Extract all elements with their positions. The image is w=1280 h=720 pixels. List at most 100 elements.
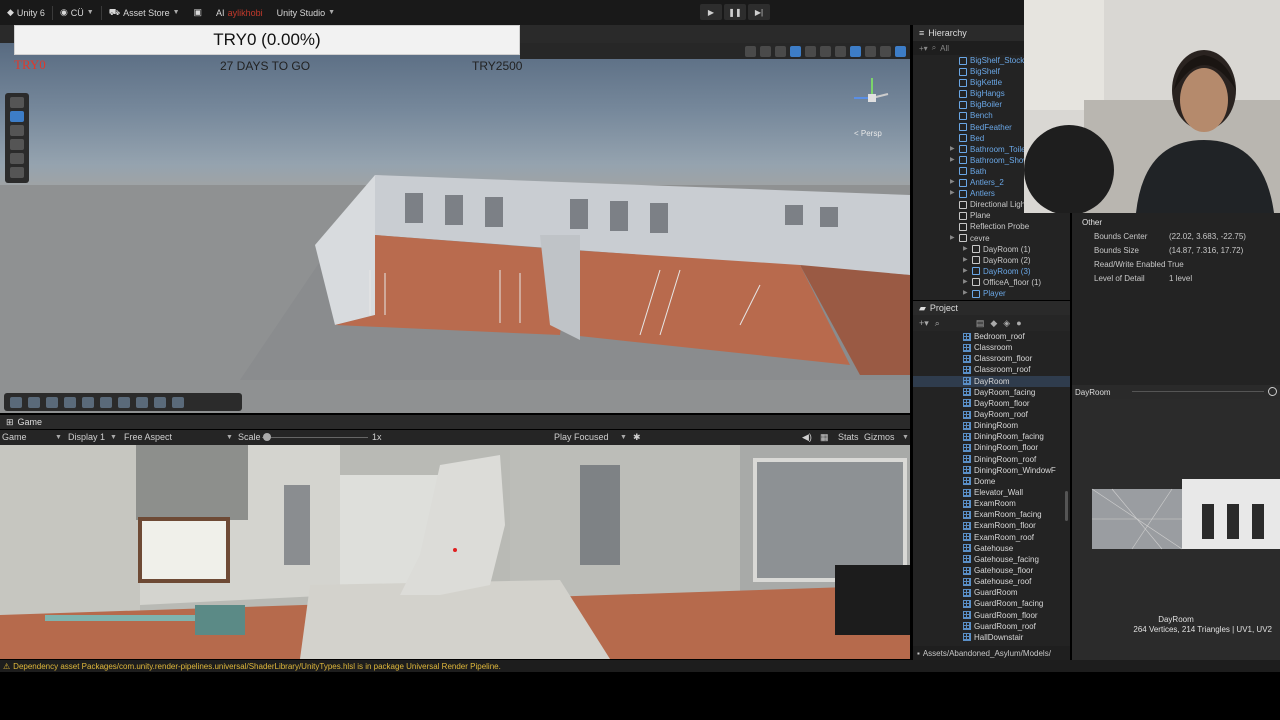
project-file-item[interactable]: HallDownstair: [913, 632, 1070, 643]
shading-icon[interactable]: [760, 45, 771, 57]
tool-icon[interactable]: [64, 396, 76, 408]
gizmo-toggle-icon[interactable]: [850, 45, 861, 57]
tool-icon[interactable]: [172, 396, 184, 408]
fx-toggle-icon[interactable]: [805, 45, 816, 57]
game-view-render[interactable]: [0, 445, 910, 659]
add-icon[interactable]: +▾: [919, 318, 929, 329]
audio-toggle-icon[interactable]: [820, 45, 831, 57]
hand-tool-icon[interactable]: [10, 97, 24, 108]
project-file-item[interactable]: DiningRoom_facing: [913, 431, 1070, 442]
transform-tool-icon[interactable]: [10, 167, 24, 178]
project-file-item[interactable]: DiningRoom: [913, 420, 1070, 431]
project-file-item[interactable]: Gatehouse: [913, 543, 1070, 554]
2d-toggle-icon[interactable]: [775, 45, 786, 57]
play-button[interactable]: ▶: [700, 4, 722, 20]
stats-button[interactable]: Stats: [838, 432, 859, 442]
expand-arrow-icon[interactable]: ▶: [963, 244, 969, 255]
console-status-bar[interactable]: ⚠ Dependency asset Packages/com.unity.re…: [0, 660, 1280, 672]
lighting-toggle-icon[interactable]: [790, 45, 801, 57]
audio-mute-icon[interactable]: ◀): [802, 432, 812, 443]
project-file-item[interactable]: Classroom_floor: [913, 353, 1070, 364]
tool-icon[interactable]: [10, 396, 22, 408]
project-file-item[interactable]: Gatehouse_floor: [913, 565, 1070, 576]
grid-toggle-icon[interactable]: [745, 45, 756, 57]
expand-arrow-icon[interactable]: ▶: [963, 277, 969, 288]
rect-tool-icon[interactable]: [10, 153, 24, 164]
project-file-item[interactable]: GuardRoom_facing: [913, 598, 1070, 609]
rotate-tool-icon[interactable]: [10, 125, 24, 136]
hierarchy-item[interactable]: ▶ DayRoom (2): [913, 255, 1070, 266]
project-file-item[interactable]: Classroom_roof: [913, 364, 1070, 375]
project-file-item[interactable]: ExamRoom_floor: [913, 520, 1070, 531]
project-file-item[interactable]: ExamRoom_roof: [913, 532, 1070, 543]
project-file-item[interactable]: Gatehouse_roof: [913, 576, 1070, 587]
project-file-item[interactable]: Classroom: [913, 342, 1070, 353]
expand-arrow-icon[interactable]: ▶: [950, 233, 956, 244]
project-file-item[interactable]: GuardRoom: [913, 587, 1070, 598]
hierarchy-item[interactable]: ▶ cevre: [913, 233, 1070, 244]
expand-arrow-icon[interactable]: ▶: [963, 266, 969, 277]
aspect-dropdown[interactable]: Free Aspect: [124, 432, 172, 442]
add-icon[interactable]: +▾: [919, 44, 928, 53]
move-tool-icon[interactable]: [10, 111, 24, 122]
project-file-item[interactable]: DayRoom: [913, 375, 1070, 387]
expand-arrow-icon[interactable]: ▶: [950, 144, 956, 155]
globe-icon[interactable]: [895, 45, 906, 57]
project-file-item[interactable]: GuardRoom_floor: [913, 610, 1070, 621]
project-file-item[interactable]: DayRoom_facing: [913, 387, 1070, 398]
hierarchy-search-input[interactable]: All: [940, 44, 949, 53]
inbox-button[interactable]: ▣: [187, 0, 210, 25]
game-tab[interactable]: ⊞ Game: [0, 415, 910, 429]
hierarchy-item[interactable]: ▶ OfficeA_floor (1): [913, 277, 1070, 288]
project-file-item[interactable]: DiningRoom_WindowF: [913, 465, 1070, 476]
grid-icon[interactable]: ▦: [820, 432, 829, 443]
project-file-item[interactable]: Bedroom_roof: [913, 331, 1070, 342]
label-icon[interactable]: ◆: [990, 318, 997, 329]
expand-arrow-icon[interactable]: ▶: [950, 188, 956, 199]
game-mode-dropdown[interactable]: Game: [2, 432, 27, 442]
perspective-label[interactable]: < Persp: [854, 129, 882, 138]
project-file-item[interactable]: DayRoom_floor: [913, 398, 1070, 409]
camera-icon[interactable]: [835, 45, 846, 57]
project-scrollbar[interactable]: [1065, 491, 1068, 521]
unity-menu[interactable]: ◆ Unity 6: [0, 0, 52, 25]
project-file-item[interactable]: ExamRoom: [913, 498, 1070, 509]
hierarchy-item[interactable]: Reflection Probe: [913, 221, 1070, 232]
gizmos-dropdown[interactable]: Gizmos: [864, 432, 895, 442]
hierarchy-item[interactable]: ▶ Player: [913, 288, 1070, 299]
expand-arrow-icon[interactable]: ▶: [950, 177, 956, 188]
layers-icon[interactable]: [880, 45, 891, 57]
unity-studio-button[interactable]: Unity Studio ▼: [270, 0, 342, 25]
project-file-item[interactable]: DiningRoom_floor: [913, 442, 1070, 453]
project-file-item[interactable]: DayRoom_roof: [913, 409, 1070, 420]
hierarchy-title[interactable]: Hierarchy: [928, 28, 967, 38]
tool-icon[interactable]: [46, 396, 58, 408]
orientation-gizmo[interactable]: [850, 70, 900, 120]
project-file-item[interactable]: Elevator_Wall: [913, 487, 1070, 498]
ai-button[interactable]: AI aylikhobi: [209, 0, 270, 25]
tool-icon[interactable]: [136, 396, 148, 408]
scene-view[interactable]: TRY0 (0.00%) TRY0 27 DAYS TO GO TRY2500 …: [0, 25, 910, 413]
scale-slider-track[interactable]: [262, 437, 368, 438]
asset-store-button[interactable]: ⛟ Asset Store ▼: [102, 0, 187, 25]
tool-icon[interactable]: [118, 396, 130, 408]
tag-icon[interactable]: ◈: [1003, 318, 1010, 329]
tool-icon[interactable]: [100, 396, 112, 408]
pause-button[interactable]: ❚❚: [724, 4, 746, 20]
tool-icon[interactable]: [154, 396, 166, 408]
tool-icon[interactable]: [82, 396, 94, 408]
visibility-icon[interactable]: [865, 45, 876, 57]
project-file-item[interactable]: ExamRoom_facing: [913, 509, 1070, 520]
tool-icon[interactable]: [28, 396, 40, 408]
expand-arrow-icon[interactable]: ▶: [950, 155, 956, 166]
display-dropdown[interactable]: Display 1: [68, 432, 105, 442]
info-icon[interactable]: ●: [1016, 318, 1021, 328]
expand-arrow-icon[interactable]: ▶: [963, 255, 969, 266]
section-header-other[interactable]: Other: [1082, 218, 1102, 227]
account-dropdown[interactable]: ◉ CÜ ▼: [53, 0, 101, 25]
bug-icon[interactable]: ✱: [633, 432, 641, 443]
filter-icon[interactable]: ▤: [976, 318, 985, 329]
project-file-item[interactable]: Dome: [913, 476, 1070, 487]
hierarchy-item[interactable]: ▶ DayRoom (3): [913, 266, 1070, 277]
preview-settings-icon[interactable]: [1268, 387, 1277, 396]
